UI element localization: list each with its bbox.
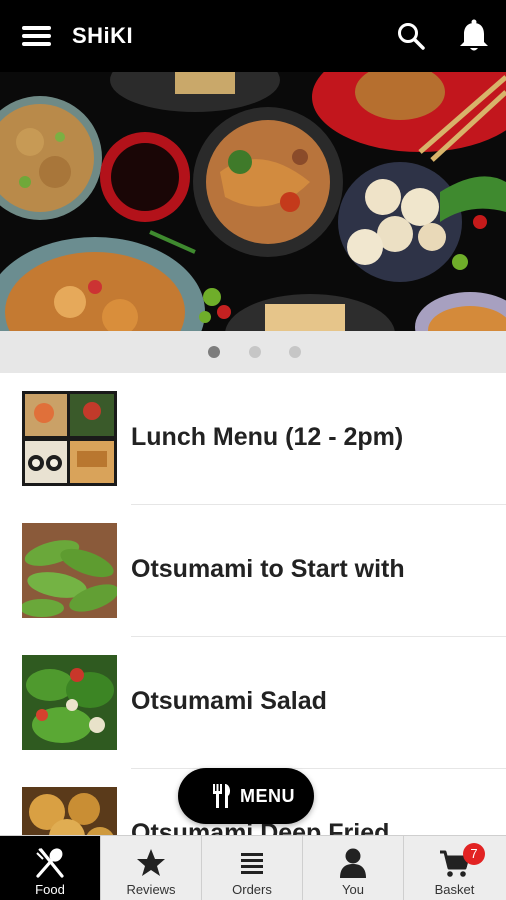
category-list: Lunch Menu (12 - 2pm) Otsumami to Start … [0, 373, 506, 835]
app-title: SHiKI [72, 23, 134, 48]
tab-reviews[interactable]: Reviews [101, 836, 202, 900]
basket-count-badge: 7 [463, 843, 485, 865]
tab-label: You [342, 882, 364, 897]
tab-label: Orders [232, 882, 272, 897]
category-row-otsumami-start[interactable]: Otsumami to Start with [0, 505, 506, 637]
tab-label: Food [35, 882, 65, 897]
category-row-lunch-menu[interactable]: Lunch Menu (12 - 2pm) [0, 373, 506, 505]
person-icon [340, 848, 366, 878]
search-icon[interactable] [395, 20, 427, 52]
carousel-dot-1[interactable] [208, 346, 220, 358]
category-label: Otsumami to Start with [131, 555, 405, 583]
edamame-thumbnail [22, 523, 117, 618]
tab-label: Reviews [126, 882, 176, 897]
hamburger-line [22, 26, 51, 30]
star-icon [137, 849, 165, 876]
category-label: Lunch Menu (12 - 2pm) [131, 423, 404, 451]
food-collage-image [0, 72, 506, 331]
carousel-dot-3[interactable] [289, 346, 301, 358]
carousel-dot-2[interactable] [249, 346, 261, 358]
bell-icon[interactable] [457, 18, 491, 54]
lunch-menu-thumbnail [22, 391, 117, 486]
menu-button-label: MENU [240, 786, 295, 806]
hero-carousel-image[interactable] [0, 72, 506, 331]
hamburger-line [22, 42, 51, 46]
tab-you[interactable]: You [303, 836, 404, 900]
fork-knife-icon [213, 784, 231, 808]
hamburger-line [22, 34, 51, 38]
top-app-bar: SHiKI [0, 0, 506, 72]
menu-button[interactable]: MENU [178, 768, 314, 824]
tab-food[interactable]: Food [0, 836, 101, 900]
tab-label: Basket [434, 882, 475, 897]
category-row-otsumami-salad[interactable]: Otsumami Salad [0, 637, 506, 769]
hamburger-menu-icon[interactable] [22, 25, 51, 47]
carousel-pagination [0, 331, 506, 373]
salad-thumbnail [22, 655, 117, 750]
bottom-tab-bar: Food Reviews Orders You 7 Basket [0, 835, 506, 900]
category-label: Otsumami Salad [131, 687, 327, 715]
fork-spoon-icon [36, 848, 64, 878]
tab-orders[interactable]: Orders [202, 836, 303, 900]
deep-fried-thumbnail [22, 787, 117, 835]
list-icon [241, 853, 263, 874]
tab-basket[interactable]: 7 Basket [404, 836, 505, 900]
